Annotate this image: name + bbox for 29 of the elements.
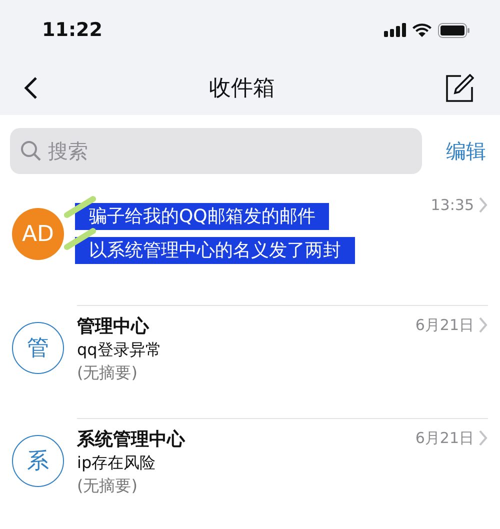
email-preview: (无摘要) (77, 363, 138, 384)
edit-button[interactable]: 编辑 (446, 138, 486, 164)
email-time: 13:35 (430, 196, 474, 214)
annotation-caption: 骗子给我的QQ邮箱发的邮件 (75, 203, 330, 230)
wifi-icon (412, 23, 432, 37)
search-field[interactable]: 搜索 (10, 128, 422, 174)
email-item[interactable]: 系 系统管理中心 ip存在风险 (无摘要) 6月21日 (0, 419, 500, 529)
email-subject: ip存在风险 (77, 453, 157, 474)
status-time: 11:22 (42, 19, 102, 41)
email-sender: 系统管理中心 (77, 428, 186, 451)
back-icon[interactable] (24, 76, 38, 100)
chevron-icon (478, 196, 488, 214)
email-time: 6月21日 (415, 429, 474, 448)
avatar: 系 (12, 435, 64, 487)
chevron-icon (478, 429, 488, 447)
signal-icon (384, 23, 406, 37)
annotation-caption: 以系统管理中心的名义发了两封 (75, 237, 355, 264)
search-icon (20, 140, 42, 162)
email-item[interactable]: 管 管理中心 qq登录异常 (无摘要) 6月21日 (0, 306, 500, 419)
avatar: 管 (12, 322, 64, 374)
email-subject: qq登录异常 (77, 340, 162, 361)
nav-title: 收件箱 (209, 74, 275, 102)
email-time: 6月21日 (415, 316, 474, 335)
email-sender: 管理中心 (77, 315, 150, 338)
battery-icon (438, 22, 470, 38)
email-preview: (无摘要) (77, 476, 138, 497)
compose-icon[interactable] (446, 74, 474, 102)
avatar: AD (12, 208, 64, 260)
chevron-icon (478, 316, 488, 334)
